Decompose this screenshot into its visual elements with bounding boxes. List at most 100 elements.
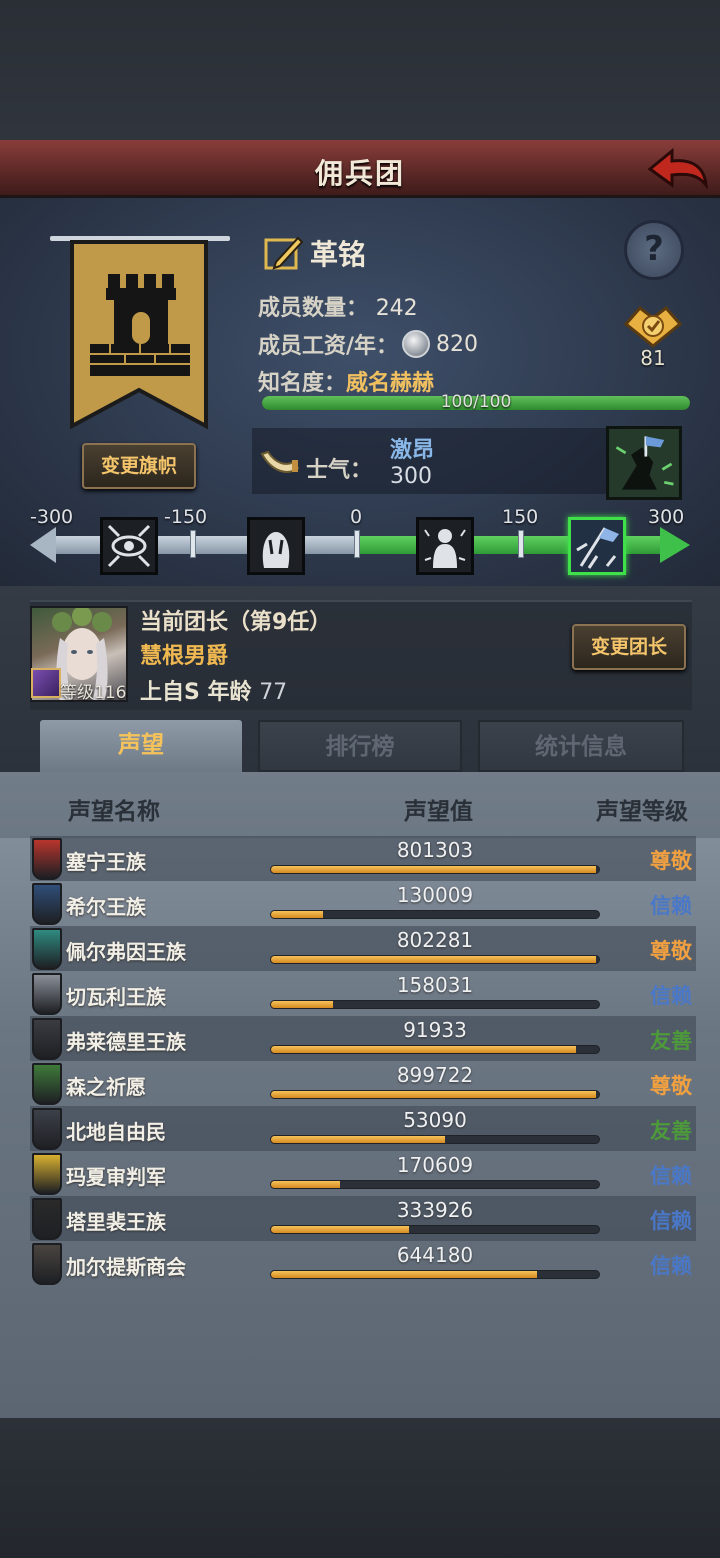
scale-tick-label: 150 (502, 506, 539, 528)
morale-inspired-icon[interactable] (568, 517, 626, 575)
reputation-row[interactable]: 北地自由民 53090 友善 (30, 1106, 696, 1151)
reputation-bar-fill (271, 911, 324, 918)
reputation-row[interactable]: 玛夏审判军 170609 信赖 (30, 1151, 696, 1196)
scale-tick-label: -150 (164, 506, 208, 528)
faction-crest-icon (32, 1018, 62, 1060)
silver-coin-icon (402, 330, 431, 358)
reputation-row[interactable]: 塔里裴王族 333926 信赖 (30, 1196, 696, 1241)
back-arrow-icon[interactable] (646, 145, 710, 191)
reputation-bar-fill (271, 866, 596, 873)
scale-tick-label: 0 (350, 506, 363, 528)
reputation-value: 158031 (396, 973, 474, 997)
reputation-value: 130009 (396, 883, 474, 907)
reputation-level: 信赖 (650, 1209, 692, 1233)
morale-calm-icon[interactable] (416, 517, 474, 575)
reputation-row[interactable]: 希尔王族 130009 信赖 (30, 881, 696, 926)
guild-rank-badge-icon[interactable] (620, 302, 686, 348)
guild-banner (50, 228, 230, 438)
leader-name: 慧根男爵 (140, 644, 229, 669)
members-label: 成员数量： (258, 296, 369, 321)
morale-status-icon[interactable] (606, 426, 682, 500)
leader-title: 当前团长（第9任） (140, 610, 332, 635)
page-title: 佣兵团 (314, 157, 405, 190)
morale-scale-negative (50, 536, 360, 554)
faction-crest-icon (32, 1243, 62, 1285)
reputation-level: 信赖 (650, 1164, 692, 1188)
reputation-bar (270, 1045, 600, 1054)
reputation-value: 802281 (396, 928, 474, 952)
reputation-level: 信赖 (650, 1254, 692, 1278)
horn-icon (260, 450, 300, 473)
reputation-value: 91933 (403, 1018, 467, 1042)
faction-crest-icon (32, 1108, 62, 1150)
change-banner-button[interactable]: 变更旗帜 (82, 443, 196, 489)
leader-level: 等级116 (60, 683, 127, 703)
reputation-bar-fill (271, 1226, 409, 1233)
reputation-row[interactable]: 森之祈愿 899722 尊敬 (30, 1061, 696, 1106)
faction-name: 塔里裴王族 (66, 1210, 166, 1234)
reputation-level: 友善 (650, 1029, 692, 1053)
guild-name: 革铭 (310, 238, 367, 271)
tab-leaderboard[interactable]: 排行榜 (258, 720, 462, 772)
reputation-level: 尊敬 (650, 1074, 692, 1098)
reputation-row[interactable]: 加尔提斯商会 644180 信赖 (30, 1241, 696, 1286)
help-question-icon[interactable]: ? (624, 220, 684, 280)
faction-name: 北地自由民 (66, 1120, 166, 1144)
morale-collapse-icon[interactable] (100, 517, 158, 575)
salary-stat: 成员工资/年： 820 (258, 328, 478, 360)
faction-crest-icon (32, 883, 62, 925)
reputation-bar (270, 1180, 600, 1189)
reputation-value: 333926 (396, 1198, 474, 1222)
col-header-level: 声望等级 (596, 799, 688, 825)
reputation-bar (270, 1225, 600, 1234)
reputation-bar-fill (271, 1001, 334, 1008)
bottom-margin (0, 1418, 720, 1558)
tab-statistics[interactable]: 统计信息 (478, 720, 684, 772)
reputation-bar-fill (271, 1046, 577, 1053)
reputation-bar (270, 910, 600, 919)
top-margin (0, 0, 720, 140)
reputation-row[interactable]: 切瓦利王族 158031 信赖 (30, 971, 696, 1016)
morale-despair-icon[interactable] (247, 517, 305, 575)
reputation-value: 899722 (396, 1063, 474, 1087)
faction-name: 希尔王族 (66, 895, 146, 919)
scale-right-arrow (660, 527, 690, 563)
fame-progress-text: 100/100 (440, 392, 512, 412)
tab-reputation[interactable]: 声望 (40, 720, 242, 772)
col-header-value: 声望值 (404, 799, 473, 825)
scale-tick-label: 300 (648, 506, 685, 528)
reputation-bar (270, 1135, 600, 1144)
faction-crest-icon (32, 1198, 62, 1240)
faction-name: 塞宁王族 (66, 850, 146, 874)
faction-name: 切瓦利王族 (66, 985, 166, 1009)
guild-rank-value: 81 (640, 346, 666, 370)
leader-age: 77 (259, 680, 288, 705)
leader-info-prefix: 上自S 年龄 (140, 680, 252, 705)
faction-name: 玛夏审判军 (66, 1165, 166, 1189)
faction-crest-icon (32, 973, 62, 1015)
members-stat: 成员数量： 242 (258, 290, 418, 322)
reputation-bar (270, 865, 600, 874)
reputation-bar (270, 1090, 600, 1099)
faction-crest-icon (32, 928, 62, 970)
faction-crest-icon (32, 1153, 62, 1195)
reputation-value: 170609 (396, 1153, 474, 1177)
faction-name: 加尔提斯商会 (66, 1255, 186, 1279)
change-leader-button[interactable]: 变更团长 (572, 624, 686, 670)
reputation-level: 信赖 (650, 984, 692, 1008)
edit-pencil-icon[interactable] (264, 234, 304, 272)
salary-label: 成员工资/年： (258, 334, 399, 359)
reputation-bar-fill (271, 956, 596, 963)
faction-crest-icon (32, 838, 62, 880)
reputation-row[interactable]: 佩尔弗因王族 802281 尊敬 (30, 926, 696, 971)
faction-crest-icon (32, 1063, 62, 1105)
salary-value: 820 (436, 331, 479, 357)
scale-tick (518, 530, 524, 558)
reputation-row[interactable]: 塞宁王族 801303 尊敬 (30, 836, 696, 881)
scale-tick (190, 530, 196, 558)
reputation-bar-fill (271, 1181, 340, 1188)
reputation-level: 信赖 (650, 894, 692, 918)
scale-tick (354, 530, 360, 558)
scale-tick-label: -300 (30, 506, 74, 528)
reputation-row[interactable]: 弗莱德里王族 91933 友善 (30, 1016, 696, 1061)
